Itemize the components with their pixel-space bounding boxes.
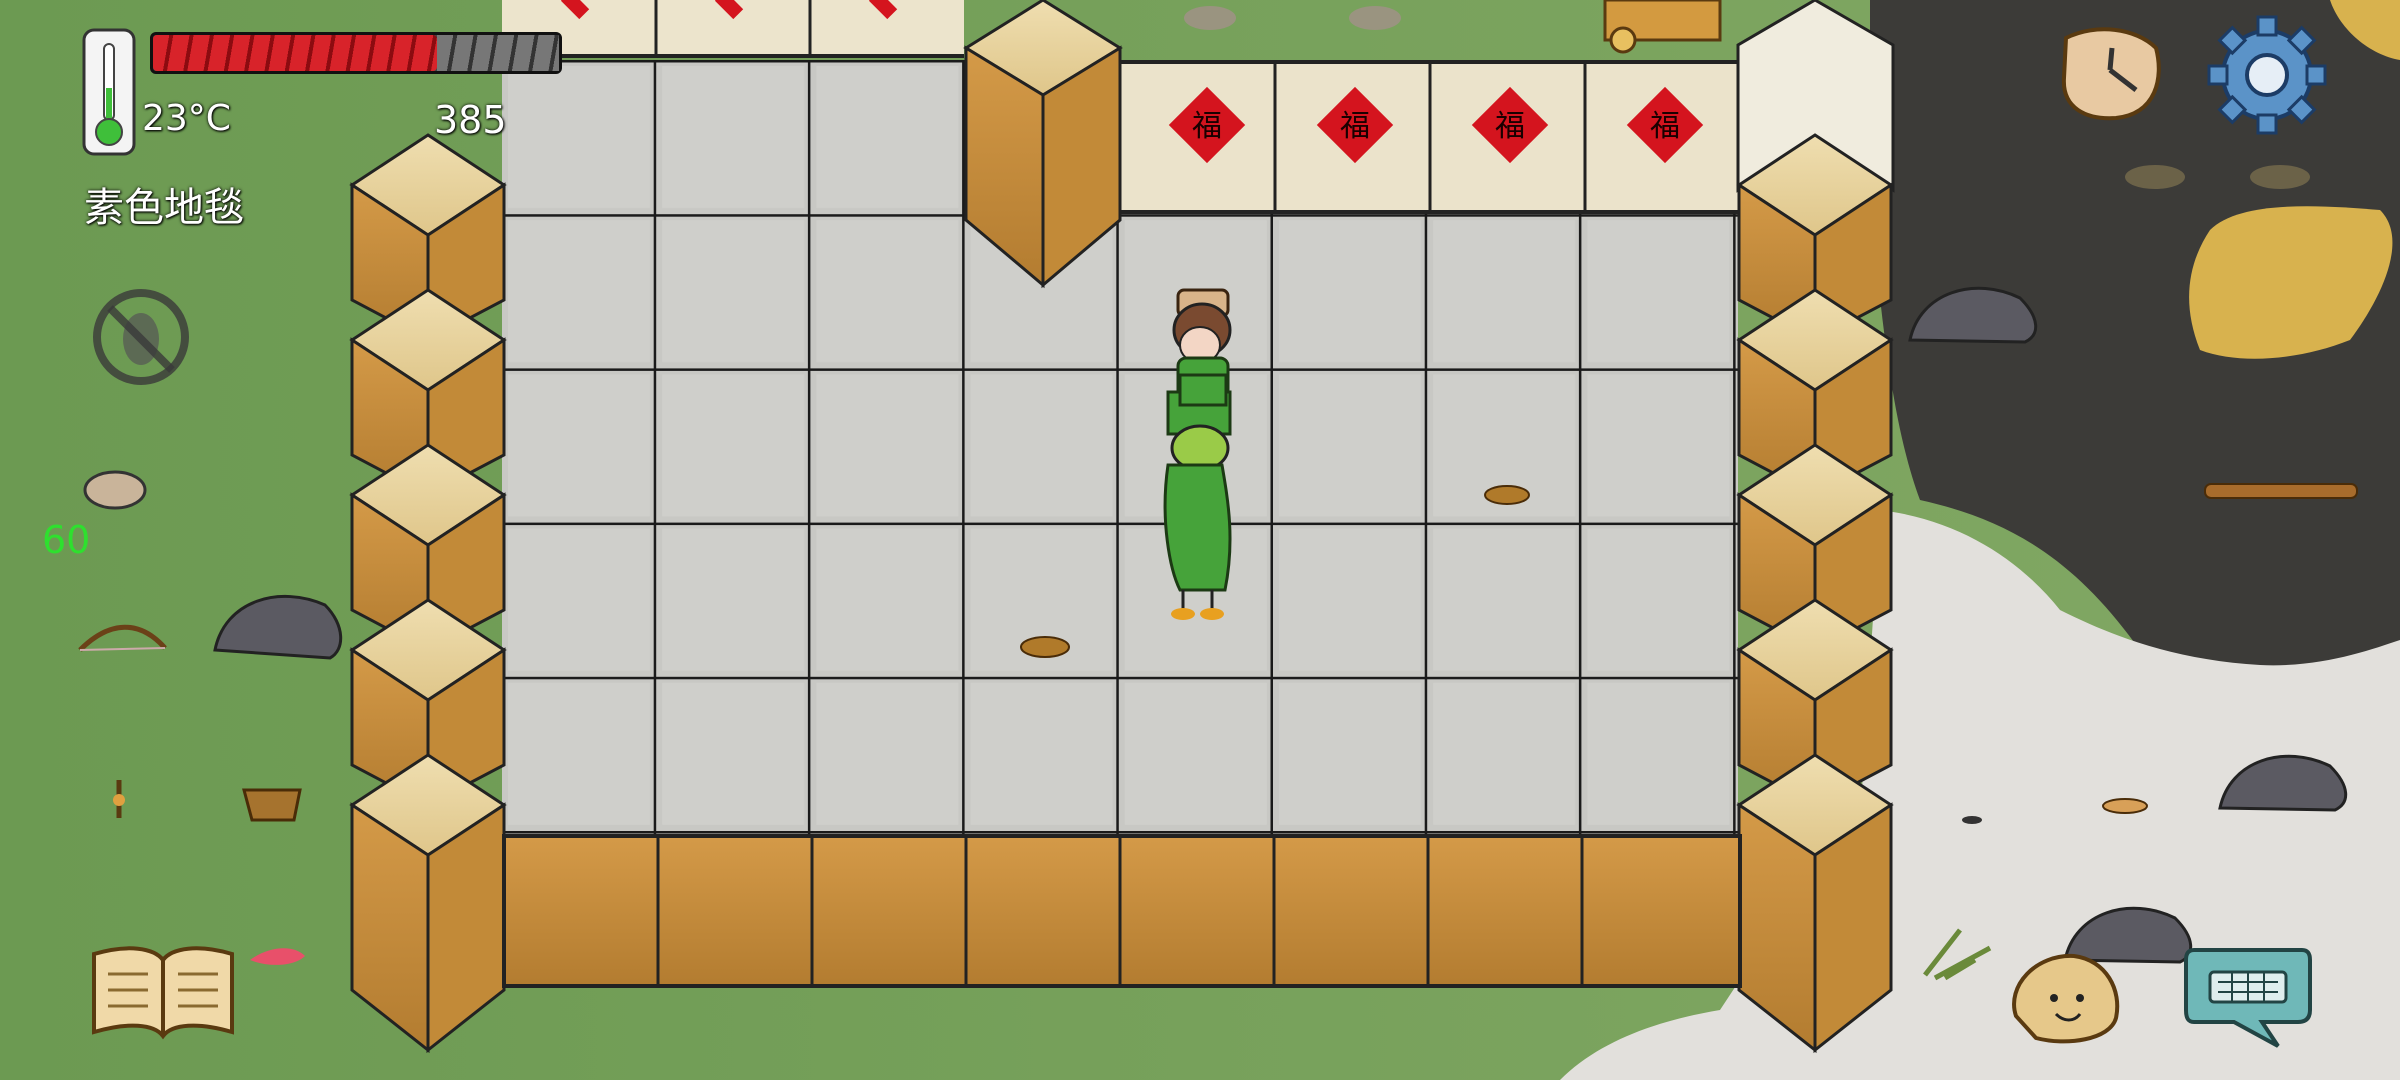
- food-meter: [150, 32, 562, 74]
- svg-text:福: 福: [1650, 109, 1680, 144]
- tile-name-label: 素色地毯: [84, 185, 244, 231]
- ground-item-sprout[interactable]: [2250, 165, 2310, 189]
- player-avatar[interactable]: [1163, 288, 1232, 620]
- floor-item-bread[interactable]: [1484, 485, 1530, 505]
- open-book-icon[interactable]: [88, 940, 238, 1040]
- food-meter-empty: [437, 35, 559, 71]
- yum-counter: 385: [434, 98, 507, 142]
- bottom-wall: [502, 834, 1742, 988]
- fps-counter: 60: [42, 518, 91, 562]
- food-meter-fill: [153, 35, 438, 71]
- emote-face-icon[interactable]: [2006, 946, 2126, 1046]
- right-wall: [1736, 133, 1894, 1054]
- svg-text:福: 福: [1192, 109, 1222, 144]
- svg-text:福: 福: [1340, 109, 1370, 144]
- top-wall-left: [502, 0, 964, 58]
- ground-item-sprout[interactable]: [2125, 165, 2185, 189]
- svg-text:福: 福: [1495, 109, 1525, 144]
- gear-icon[interactable]: [2206, 14, 2328, 136]
- floor-item-bread[interactable]: [1020, 636, 1070, 658]
- no-bugs-icon[interactable]: [88, 284, 194, 390]
- left-wall: [349, 133, 507, 1054]
- keyboard-chat-icon[interactable]: [2182, 940, 2314, 1052]
- ground-item-pebble[interactable]: [1962, 816, 1982, 824]
- ground-item-rabbit[interactable]: [83, 470, 147, 510]
- ground-item-branch[interactable]: [2204, 483, 2358, 499]
- ground-item-basket[interactable]: [242, 788, 302, 822]
- thermometer-icon: [82, 28, 136, 156]
- game-scene[interactable]: 福 福 福 福: [0, 0, 2400, 1080]
- melting-clock-icon[interactable]: [2056, 18, 2166, 128]
- temperature-readout: 23°C: [142, 98, 231, 139]
- ground-item-seed[interactable]: [2102, 798, 2148, 814]
